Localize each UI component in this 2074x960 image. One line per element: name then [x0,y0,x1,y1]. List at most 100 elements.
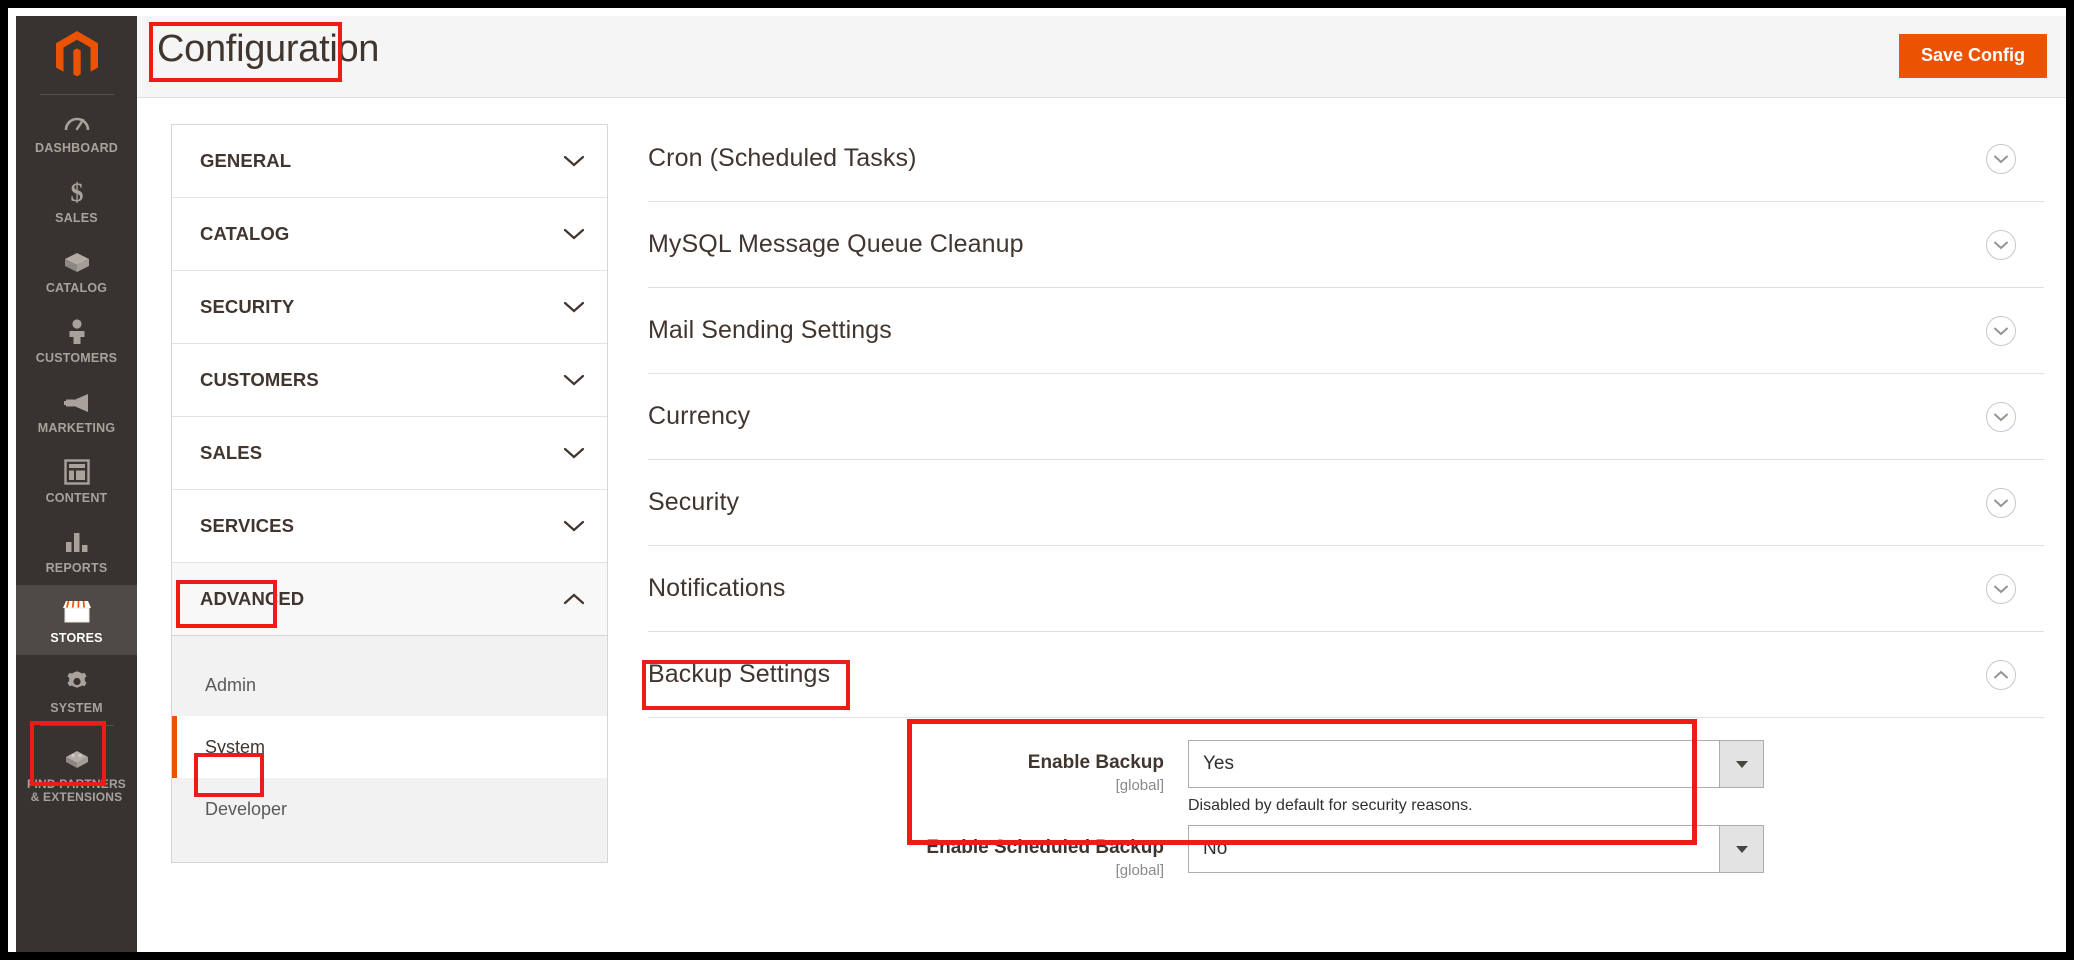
config-nav-label: CATALOG [200,223,290,244]
svg-text:$: $ [70,178,83,206]
config-nav-label: SERVICES [200,515,295,536]
sidebar-item-find-partners[interactable]: FIND PARTNERS & EXTENSIONS [16,732,137,815]
section-title: Security [648,488,740,516]
field-control-enable-scheduled-backup: No [1188,825,1764,873]
chevron-up-icon [563,592,585,606]
config-nav-section-customers[interactable]: CUSTOMERS [172,344,607,417]
enable-scheduled-backup-selected-value: No [1203,838,1228,859]
sidebar-divider-bottom [39,725,114,726]
config-nav-section-services[interactable]: SERVICES [172,490,607,563]
chevron-down-icon [563,227,585,241]
config-nav-section-general[interactable]: GENERAL [172,125,607,198]
field-row-enable-backup: Enable Backup [global] Yes Disabled by d… [648,740,2044,815]
section-title: Mail Sending Settings [648,316,892,344]
enable-backup-select[interactable]: Yes [1188,740,1764,788]
sidebar-item-label: SALES [55,211,98,225]
sidebar-item-content[interactable]: CONTENT [16,445,137,515]
section-title: MySQL Message Queue Cleanup [648,230,1024,258]
field-control-enable-backup: Yes Disabled by default for security rea… [1188,740,1764,815]
dropdown-arrow-icon[interactable] [1719,741,1763,787]
config-nav-label: GENERAL [200,150,292,171]
dropdown-arrow-icon[interactable] [1719,826,1763,872]
config-nav-subitem-system[interactable]: System [172,716,607,778]
config-nav-subitem-label: System [205,736,266,757]
config-nav-label: ADVANCED [200,588,305,609]
sidebar-item-catalog[interactable]: CATALOG [16,235,137,305]
sidebar-item-stores[interactable]: STORES [16,585,137,655]
backup-settings-fields: Enable Backup [global] Yes Disabled by d… [648,718,2044,879]
config-sections-panel: Cron (Scheduled Tasks) MySQL Message Que… [648,116,2044,889]
chevron-down-circle-icon[interactable] [1986,573,2016,604]
section-title: Backup Settings [648,660,831,688]
sidebar-item-sales[interactable]: $ SALES [16,165,137,235]
config-nav-advanced-sublist: Admin System Developer [172,636,607,862]
magento-logo-icon [55,31,98,77]
admin-sidebar: DASHBOARD $ SALES CATALOG CUSTOMERS MARK… [16,16,137,952]
save-config-button[interactable]: Save Config [1898,34,2047,78]
field-scope-text: [global] [1115,861,1164,879]
sidebar-item-label: STORES [50,631,103,645]
catalog-box-icon [62,247,92,277]
chevron-down-icon [563,446,585,460]
reports-bar-chart-icon [63,527,91,557]
sidebar-item-label: REPORTS [45,561,108,575]
chevron-down-icon [563,519,585,533]
sidebar-item-customers[interactable]: CUSTOMERS [16,305,137,375]
section-header-currency[interactable]: Currency [648,374,2044,460]
sidebar-item-label-line1: FIND PARTNERS [26,777,127,791]
marketing-megaphone-icon [62,387,92,417]
sidebar-item-dashboard[interactable]: DASHBOARD [16,95,137,165]
sidebar-item-label: CONTENT [45,491,108,505]
config-nav-subitem-admin[interactable]: Admin [172,654,607,716]
magento-admin-window: DASHBOARD $ SALES CATALOG CUSTOMERS MARK… [0,0,2074,960]
sidebar-item-label: DASHBOARD [34,141,119,155]
section-header-cron[interactable]: Cron (Scheduled Tasks) [648,116,2044,202]
chevron-down-circle-icon[interactable] [1986,315,2016,346]
sidebar-item-label: MARKETING [37,421,116,435]
config-nav-subitem-developer[interactable]: Developer [172,778,607,840]
field-row-enable-scheduled-backup: Enable Scheduled Backup [global] No [648,825,2044,879]
configuration-nav: GENERAL CATALOG SECURITY CUSTOMERS SALES [171,124,608,863]
config-nav-section-catalog[interactable]: CATALOG [172,198,607,271]
enable-scheduled-backup-select[interactable]: No [1188,825,1764,873]
chevron-down-circle-icon[interactable] [1986,401,2016,432]
section-title: Notifications [648,574,786,602]
sidebar-item-label-line2: & EXTENSIONS [30,790,123,805]
field-label-enable-backup: Enable Backup [global] [648,740,1188,794]
config-nav-label: SECURITY [200,296,295,317]
page-header: Configuration Save Config [137,16,2066,98]
field-label-text: Enable Scheduled Backup [926,837,1164,858]
system-gear-icon [63,667,91,697]
section-header-backup-settings[interactable]: Backup Settings [648,632,2044,718]
chevron-down-circle-icon[interactable] [1986,143,2016,174]
sales-dollar-icon: $ [66,177,88,207]
section-header-mail-sending-settings[interactable]: Mail Sending Settings [648,288,2044,374]
sidebar-item-system[interactable]: SYSTEM [16,655,137,725]
chevron-down-icon [563,154,585,168]
magento-logo[interactable] [16,16,137,94]
chevron-down-icon [563,373,585,387]
enable-backup-selected-value: Yes [1203,753,1234,774]
config-nav-section-sales[interactable]: SALES [172,417,607,490]
section-title: Currency [648,402,751,430]
chevron-up-circle-icon[interactable] [1986,659,2016,690]
chevron-down-icon [563,300,585,314]
sidebar-item-label: CUSTOMERS [35,351,118,365]
config-nav-section-advanced[interactable]: ADVANCED [172,563,607,636]
chevron-down-circle-icon[interactable] [1986,229,2016,260]
chevron-down-circle-icon[interactable] [1986,487,2016,518]
dashboard-icon [63,107,91,137]
section-title: Cron (Scheduled Tasks) [648,144,917,172]
config-nav-label: CUSTOMERS [200,369,319,390]
field-scope-text: [global] [1115,776,1164,794]
sidebar-item-label: CATALOG [45,281,108,295]
sidebar-item-label: SYSTEM [50,701,103,715]
section-header-notifications[interactable]: Notifications [648,546,2044,632]
sidebar-item-marketing[interactable]: MARKETING [16,375,137,445]
sidebar-item-reports[interactable]: REPORTS [16,515,137,585]
config-nav-section-security[interactable]: SECURITY [172,271,607,344]
field-label-enable-scheduled-backup: Enable Scheduled Backup [global] [648,825,1188,879]
config-nav-subitem-label: Developer [205,798,288,819]
section-header-mysql-message-queue-cleanup[interactable]: MySQL Message Queue Cleanup [648,202,2044,288]
section-header-security[interactable]: Security [648,460,2044,546]
